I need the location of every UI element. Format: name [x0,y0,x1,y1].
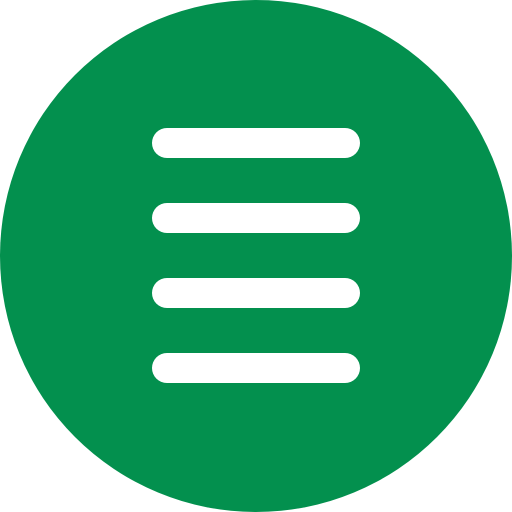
canvas [0,0,512,512]
menu-bar [152,203,360,233]
menu-bar [152,353,360,383]
hamburger-menu-icon [0,0,512,512]
menu-bar [152,128,360,158]
menu-bar [152,278,360,308]
menu-button[interactable] [0,0,512,512]
